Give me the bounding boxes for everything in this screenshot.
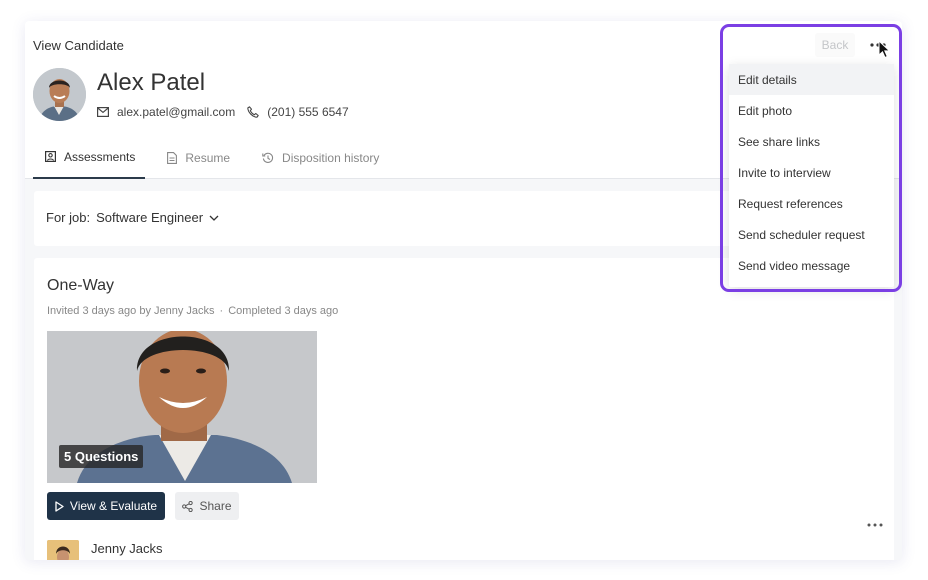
view-evaluate-button[interactable]: View & Evaluate bbox=[47, 492, 165, 520]
job-name: Software Engineer bbox=[96, 210, 204, 225]
evaluator-name: Jenny Jacks bbox=[91, 541, 163, 556]
menu-item-send-scheduler-request[interactable]: Send scheduler request bbox=[729, 219, 894, 250]
tab-label: Resume bbox=[185, 150, 231, 165]
share-icon bbox=[182, 500, 194, 512]
history-icon bbox=[262, 152, 274, 163]
questions-badge: 5 Questions bbox=[59, 445, 144, 468]
menu-item-edit-details[interactable]: Edit details bbox=[729, 64, 894, 95]
page-title: View Candidate bbox=[33, 38, 124, 53]
menu-item-request-references[interactable]: Request references bbox=[729, 188, 894, 219]
tab-disposition-history[interactable]: Disposition history bbox=[250, 136, 389, 179]
tab-label: Assessments bbox=[64, 149, 136, 164]
assessment-meta: Invited 3 days ago by Jenny Jacks · Comple… bbox=[47, 305, 338, 317]
chevron-down-icon bbox=[209, 215, 219, 221]
button-label: View & Evaluate bbox=[69, 499, 158, 513]
candidate-avatar[interactable] bbox=[33, 68, 86, 121]
menu-item-send-video-message[interactable]: Send video message bbox=[729, 250, 894, 281]
completed-text: Completed 3 days ago bbox=[228, 305, 339, 317]
job-selector[interactable]: For job: Software Engineer bbox=[46, 210, 219, 225]
contact-info: alex.patel@gmail.com (201) 555 6547 bbox=[97, 105, 349, 119]
play-icon bbox=[55, 500, 64, 512]
menu-item-invite-to-interview[interactable]: Invite to interview bbox=[729, 157, 894, 188]
menu-item-edit-photo[interactable]: Edit photo bbox=[729, 95, 894, 126]
user-square-icon bbox=[45, 151, 56, 162]
menu-item-see-share-links[interactable]: See share links bbox=[729, 126, 894, 157]
phone-icon bbox=[247, 106, 259, 118]
tab-resume[interactable]: Resume bbox=[155, 136, 240, 179]
assessment-title: One-Way bbox=[47, 277, 114, 294]
more-dots-icon bbox=[867, 523, 883, 527]
video-thumbnail[interactable]: 5 Questions bbox=[47, 331, 317, 483]
candidate-name: Alex Patel bbox=[97, 69, 206, 96]
button-label: Share bbox=[199, 499, 232, 513]
assessment-panel: One-Way Invited 3 days ago by Jenny Jack… bbox=[34, 258, 894, 560]
tab-label: Disposition history bbox=[282, 150, 380, 165]
evaluator-avatar bbox=[47, 540, 79, 560]
more-options-menu: Edit details Edit photo See share links … bbox=[729, 64, 894, 287]
tab-bar: Assessments Resume Disposition history bbox=[33, 136, 399, 179]
mail-icon bbox=[97, 107, 109, 117]
mouse-cursor-icon bbox=[878, 40, 891, 59]
back-button[interactable]: Back bbox=[815, 33, 855, 57]
tab-assessments[interactable]: Assessments bbox=[33, 136, 146, 179]
invited-text: Invited 3 days ago by Jenny Jacks bbox=[47, 305, 215, 317]
candidate-email[interactable]: alex.patel@gmail.com bbox=[117, 105, 235, 119]
document-icon bbox=[167, 151, 178, 164]
meta-separator: · bbox=[219, 305, 224, 317]
share-button[interactable]: Share bbox=[175, 492, 239, 520]
candidate-phone[interactable]: (201) 555 6547 bbox=[267, 105, 348, 119]
job-prefix: For job: bbox=[46, 210, 91, 225]
assessment-options-button[interactable] bbox=[864, 521, 886, 529]
